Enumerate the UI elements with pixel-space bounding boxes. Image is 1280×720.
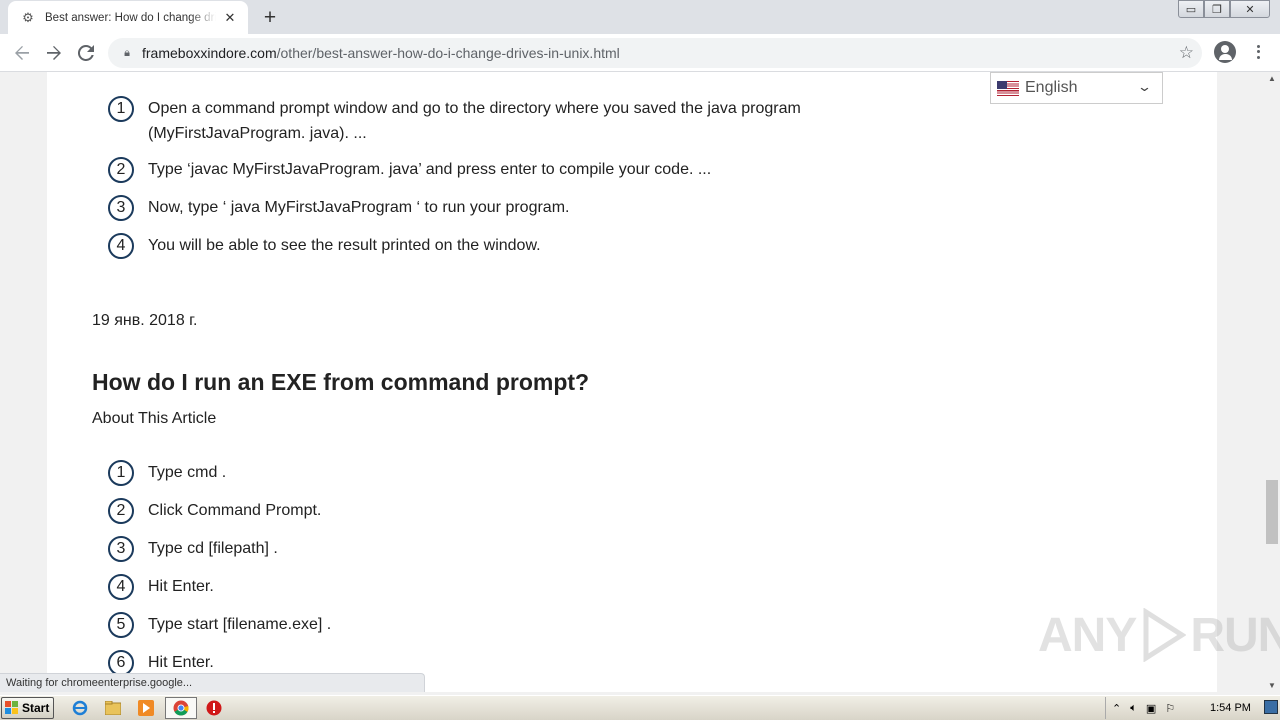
- url-host: frameboxxindore.com: [142, 45, 277, 61]
- restore-icon[interactable]: ❐: [1204, 0, 1230, 18]
- chrome-icon: [172, 699, 190, 717]
- status-bubble: Waiting for chromeenterprise.google...: [0, 673, 425, 692]
- page-viewport: English ⌄ 1 Open a command prompt window…: [0, 72, 1264, 692]
- list-item: 1 Open a command prompt window and go to…: [108, 96, 838, 146]
- show-hidden-icons-icon[interactable]: ⌃: [1112, 702, 1121, 715]
- list-item: 3 Now, type ‘ java MyFirstJavaProgram ‘ …: [108, 195, 838, 221]
- tab-strip: ⚙ Best answer: How do I change drives in…: [0, 0, 1280, 34]
- lock-icon[interactable]: 🔒︎: [120, 46, 134, 60]
- step-number: 1: [108, 96, 134, 122]
- article-page: English ⌄ 1 Open a command prompt window…: [47, 72, 1217, 692]
- watermark-left-text: ANY: [1038, 608, 1137, 662]
- step-text: Open a command prompt window and go to t…: [148, 100, 801, 142]
- step-number: 1: [108, 460, 134, 486]
- step-number: 2: [108, 157, 134, 183]
- step-text: Type ‘javac MyFirstJavaProgram. java’ an…: [148, 161, 712, 178]
- page-scrollbar[interactable]: ▲ ▼: [1264, 72, 1280, 692]
- browser-toolbar: 🔒︎ frameboxxindore.com/other/best-answer…: [0, 34, 1280, 72]
- us-flag-icon: [997, 80, 1019, 96]
- action-center-flag-icon[interactable]: ⚐: [1165, 702, 1175, 715]
- step-number: 4: [108, 574, 134, 600]
- window-controls: ▭ ❐ ✕: [1178, 0, 1270, 18]
- step-number: 5: [108, 612, 134, 638]
- list-item: 3 Type cd [filepath] .: [108, 536, 838, 562]
- scrollbar-thumb[interactable]: [1266, 480, 1278, 544]
- step-number: 3: [108, 536, 134, 562]
- step-text: Hit Enter.: [148, 654, 214, 671]
- step-text: Hit Enter.: [148, 578, 214, 595]
- about-article-label: About This Article: [92, 410, 217, 427]
- step-text: Type cmd .: [148, 464, 227, 481]
- network-icon[interactable]: ▣: [1146, 702, 1156, 715]
- anyrun-watermark: ANY RUN: [1038, 605, 1280, 665]
- step-text: Now, type ‘ java MyFirstJavaProgram ‘ to…: [148, 199, 570, 216]
- minimize-icon[interactable]: ▭: [1178, 0, 1204, 18]
- windows-logo-icon: [5, 701, 19, 715]
- internet-explorer-icon[interactable]: [71, 699, 89, 717]
- url-path: /other/best-answer-how-do-i-change-drive…: [276, 45, 620, 61]
- bookmark-star-icon[interactable]: ☆: [1179, 43, 1194, 63]
- volume-icon[interactable]: 🔈︎: [1130, 702, 1137, 715]
- taskbar: Start ⌃ 🔈︎ ▣ ⚐ 1:54 PM: [0, 695, 1280, 720]
- start-label: Start: [22, 701, 50, 715]
- step-text: You will be able to see the result print…: [148, 237, 541, 254]
- list-item: 4 Hit Enter.: [108, 574, 838, 600]
- list-item: 2 Click Command Prompt.: [108, 498, 838, 524]
- forward-arrow-icon[interactable]: [38, 37, 70, 69]
- step-text: Click Command Prompt.: [148, 502, 322, 519]
- scroll-up-icon[interactable]: ▲: [1268, 74, 1276, 83]
- start-button[interactable]: Start: [1, 697, 54, 719]
- profile-avatar-icon[interactable]: [1214, 41, 1236, 63]
- section-heading: How do I run an EXE from command prompt?: [92, 369, 590, 395]
- site-favicon-icon: ⚙: [22, 9, 34, 25]
- new-tab-button[interactable]: +: [258, 5, 282, 29]
- watermark-right-text: RUN: [1190, 608, 1280, 662]
- browser-tab[interactable]: ⚙ Best answer: How do I change drives in…: [8, 1, 248, 34]
- play-logo-icon: [1143, 608, 1187, 662]
- list-item: 4 You will be able to see the result pri…: [108, 233, 838, 259]
- step-number: 4: [108, 233, 134, 259]
- list-item: 2 Type ‘javac MyFirstJavaProgram. java’ …: [108, 157, 838, 183]
- step-number: 3: [108, 195, 134, 221]
- language-label: English: [1025, 79, 1078, 96]
- reload-icon[interactable]: [70, 37, 102, 69]
- address-bar[interactable]: 🔒︎ frameboxxindore.com/other/best-answer…: [108, 38, 1202, 68]
- show-desktop-icon[interactable]: [1264, 700, 1278, 714]
- article-date: 19 янв. 2018 г.: [92, 312, 198, 329]
- list-item: 5 Type start [filename.exe] .: [108, 612, 838, 638]
- taskbar-clock[interactable]: 1:54 PM: [1210, 702, 1251, 714]
- step-number: 2: [108, 498, 134, 524]
- step-text: Type cd [filepath] .: [148, 540, 278, 557]
- back-arrow-icon[interactable]: [6, 37, 38, 69]
- stop-sign-icon[interactable]: [205, 699, 223, 717]
- list-item: 1 Type cmd .: [108, 460, 838, 486]
- language-selector[interactable]: English ⌄: [990, 72, 1163, 104]
- tab-title: Best answer: How do I change drives in u…: [45, 11, 216, 24]
- browser-menu-icon[interactable]: [1250, 42, 1266, 62]
- scroll-down-icon[interactable]: ▼: [1268, 681, 1276, 690]
- step-text: Type start [filename.exe] .: [148, 616, 332, 633]
- close-tab-icon[interactable]: ✕: [222, 10, 238, 26]
- system-tray: ⌃ 🔈︎ ▣ ⚐ 1:54 PM: [1105, 697, 1280, 719]
- media-player-icon[interactable]: [137, 699, 155, 717]
- chevron-down-icon: ⌄: [1136, 79, 1153, 94]
- close-window-icon[interactable]: ✕: [1230, 0, 1270, 18]
- file-explorer-icon[interactable]: [104, 699, 122, 717]
